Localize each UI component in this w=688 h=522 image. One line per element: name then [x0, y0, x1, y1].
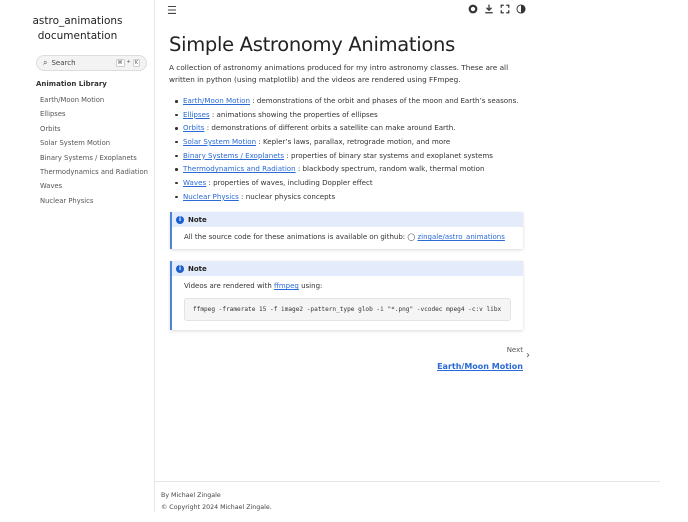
note-admonition: i Note All the source code for these anim… — [170, 212, 523, 249]
note-body: All the source code for these animations… — [172, 227, 523, 249]
list-item: Earth/Moon Motion : demonstrations of th… — [175, 94, 519, 108]
topic-link[interactable]: Nuclear Physics — [183, 192, 239, 201]
topic-link[interactable]: Thermodynamics and Radiation — [183, 164, 296, 173]
topic-desc: : demonstrations of the orbit and phases… — [250, 96, 519, 105]
info-icon: i — [176, 215, 184, 224]
search-placeholder: Search — [51, 59, 76, 67]
list-item: Binary Systems / Exoplanets : properties… — [175, 149, 519, 163]
download-icon[interactable] — [484, 4, 494, 17]
footer-copyright: © Copyright 2024 Michael Zingale. — [161, 504, 272, 511]
topic-link[interactable]: Solar System Motion — [183, 137, 256, 146]
nav-caption: Animation Library — [36, 80, 107, 88]
next-page-link[interactable]: Next Earth/Moon Motion — [437, 346, 523, 373]
topic-desc: : properties of waves, including Doppler… — [206, 177, 373, 187]
fullscreen-icon[interactable] — [500, 4, 510, 17]
list-item: Ellipses : animations showing the proper… — [175, 108, 519, 122]
topic-link[interactable]: Ellipses — [183, 110, 210, 119]
search-shortcut: ⌘ + K — [115, 59, 140, 67]
sidebar: astro_animations documentation ⌕ Search ⌘ +… — [0, 0, 155, 512]
github-icon: ◯ — [407, 233, 416, 241]
sidebar-item[interactable]: Waves — [40, 181, 148, 195]
ffmpeg-link[interactable]: ffmpeg — [274, 282, 299, 290]
sidebar-item[interactable]: Earth/Moon Motion — [40, 95, 148, 109]
site-title-line2: documentation — [37, 30, 118, 42]
note-text: using: — [298, 282, 323, 290]
next-label: Next — [506, 346, 523, 354]
chevron-right-icon[interactable]: › — [526, 350, 530, 361]
page-title: Simple Astronomy Animations — [169, 33, 455, 56]
note-title-text: Note — [188, 264, 207, 273]
topic-desc: : nuclear physics concepts — [238, 191, 336, 201]
topic-desc: : animations showing the properties of e… — [209, 109, 378, 119]
topic-desc: : blackbody spectrum, random walk, therm… — [295, 164, 485, 174]
github-icon[interactable] — [468, 4, 478, 17]
topic-link[interactable]: Orbits — [183, 123, 204, 132]
github-repo-link[interactable]: zingale/astro_animations — [417, 233, 504, 241]
note-text: All the source code for these animations… — [184, 233, 408, 241]
search-icon: ⌕ — [43, 58, 48, 67]
site-title-line1: astro_animations — [32, 15, 123, 27]
search-input[interactable]: ⌕ Search ⌘ + K — [36, 55, 147, 71]
list-item: Solar System Motion : Kepler’s laws, par… — [175, 135, 519, 149]
sidebar-nav: Earth/Moon Motion Ellipses Orbits Solar … — [40, 95, 148, 210]
note-title: i Note — [172, 212, 523, 227]
list-item: Thermodynamics and Radiation : blackbody… — [175, 162, 519, 176]
topic-link[interactable]: Waves — [183, 178, 206, 187]
intro-paragraph: A collection of astronomy animations pro… — [169, 63, 509, 84]
theme-toggle-icon[interactable] — [516, 4, 526, 17]
note-admonition: i Note Videos are rendered with ffmpeg us… — [170, 261, 523, 330]
kbd-key: K — [132, 59, 140, 67]
sidebar-item[interactable]: Orbits — [40, 124, 148, 138]
kbd-key: ⌘ — [115, 59, 125, 67]
list-item: Waves : properties of waves, including D… — [175, 176, 519, 190]
list-item: Nuclear Physics : nuclear physics concep… — [175, 190, 519, 204]
footer: By Michael Zingale © Copyright 2024 Mich… — [155, 481, 660, 522]
topic-desc: : properties of binary star systems and … — [284, 150, 494, 160]
code-block[interactable]: ffmpeg -framerate 15 -f image2 -pattern_… — [184, 298, 511, 321]
sidebar-item[interactable]: Solar System Motion — [40, 138, 148, 152]
sidebar-item[interactable]: Thermodynamics and Radiation — [40, 167, 148, 181]
list-item: Orbits : demonstrations of different orb… — [175, 121, 519, 135]
site-title[interactable]: astro_animations documentation — [0, 14, 155, 44]
topic-link[interactable]: Earth/Moon Motion — [183, 96, 250, 105]
note-text: Videos are rendered with — [184, 282, 275, 290]
note-title-text: Note — [188, 215, 207, 224]
header-bar: ☰ — [155, 0, 688, 22]
note-body: Videos are rendered with ffmpeg using: — [172, 276, 523, 290]
next-title[interactable]: Earth/Moon Motion — [437, 362, 523, 371]
menu-icon[interactable]: ☰ — [167, 4, 177, 17]
sidebar-item[interactable]: Ellipses — [40, 109, 148, 123]
topic-desc: : demonstrations of different orbits a s… — [204, 123, 456, 133]
note-title: i Note — [172, 261, 523, 276]
kbd-plus: + — [126, 59, 131, 65]
info-icon: i — [176, 264, 184, 273]
sidebar-item[interactable]: Nuclear Physics — [40, 196, 148, 210]
footer-author: By Michael Zingale — [161, 492, 221, 499]
topic-link[interactable]: Binary Systems / Exoplanets — [183, 151, 284, 160]
topic-desc: : Kepler’s laws, parallax, retrograde mo… — [256, 136, 451, 146]
sidebar-item[interactable]: Binary Systems / Exoplanets — [40, 153, 148, 167]
topic-list: Earth/Moon Motion : demonstrations of th… — [175, 94, 519, 204]
